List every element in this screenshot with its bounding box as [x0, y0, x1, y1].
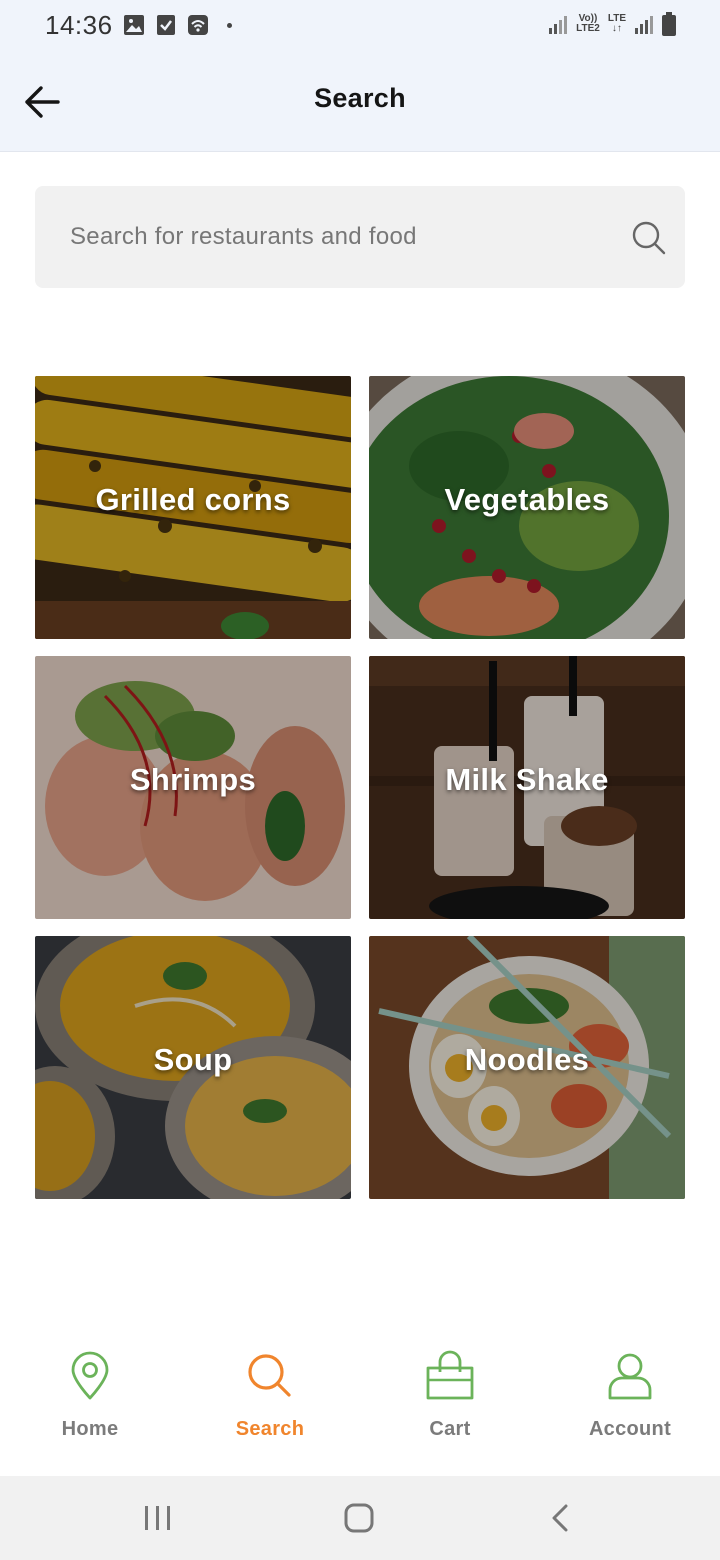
category-label: Vegetables [444, 482, 610, 517]
bottom-nav: Home Search Cart Account [0, 1330, 720, 1476]
map-pin-icon [71, 1351, 109, 1400]
status-time: 14:36 [45, 10, 113, 40]
category-label: Soup [153, 1042, 233, 1077]
signal-icon [549, 16, 568, 34]
category-label: Milk Shake [445, 762, 609, 797]
nav-label-search: Search [235, 1418, 305, 1440]
back-icon [552, 1504, 568, 1532]
system-back-button[interactable] [530, 1498, 590, 1538]
checkbox-icon [157, 15, 175, 35]
battery-icon [662, 12, 676, 36]
signal-icon-2 [635, 16, 653, 34]
system-home-button[interactable] [329, 1498, 389, 1538]
nav-item-search[interactable]: Search [180, 1350, 360, 1450]
nav-label-account: Account [588, 1418, 672, 1440]
search-icon [248, 1354, 291, 1397]
nav-item-cart[interactable]: Cart [360, 1350, 540, 1450]
lte-indicator: LTE ↓↑ [607, 13, 626, 34]
status-bar: 14:36 Vo)) LTE2 LTE ↓↑ [0, 0, 720, 54]
search-icon[interactable] [631, 220, 667, 256]
nav-item-home[interactable]: Home [0, 1350, 180, 1450]
nav-label-home: Home [61, 1418, 119, 1440]
user-icon [608, 1353, 652, 1400]
category-label: Shrimps [129, 762, 257, 797]
search-box[interactable] [35, 186, 685, 288]
category-label: Grilled corns [95, 482, 291, 517]
category-tile-milk-shake[interactable]: Milk Shake [369, 656, 685, 919]
gallery-icon [124, 15, 144, 35]
page-title: Search [314, 83, 406, 113]
wifi-calling-icon [188, 15, 208, 35]
system-nav-bar [0, 1476, 720, 1560]
home-icon [344, 1503, 374, 1533]
volte-indicator: Vo)) LTE2 [576, 13, 600, 34]
status-icons-right: Vo)) LTE2 LTE ↓↑ [548, 12, 676, 36]
notification-dot [227, 22, 232, 28]
status-icons-left [123, 14, 232, 36]
search-input[interactable] [70, 186, 610, 288]
app-bar: Search [0, 54, 720, 152]
category-tile-vegetables[interactable]: Vegetables [369, 376, 685, 639]
nav-item-account[interactable]: Account [540, 1350, 720, 1450]
shopping-bag-icon [426, 1350, 474, 1400]
category-tile-soup[interactable]: Soup [35, 936, 351, 1199]
category-label: Noodles [464, 1042, 590, 1077]
recent-apps-icon [145, 1506, 170, 1530]
nav-label-cart: Cart [429, 1418, 471, 1440]
category-tile-shrimps[interactable]: Shrimps [35, 656, 351, 919]
category-tile-grilled-corns[interactable]: Grilled corns [35, 376, 351, 639]
category-tile-noodles[interactable]: Noodles [369, 936, 685, 1199]
recent-apps-button[interactable] [128, 1498, 188, 1538]
